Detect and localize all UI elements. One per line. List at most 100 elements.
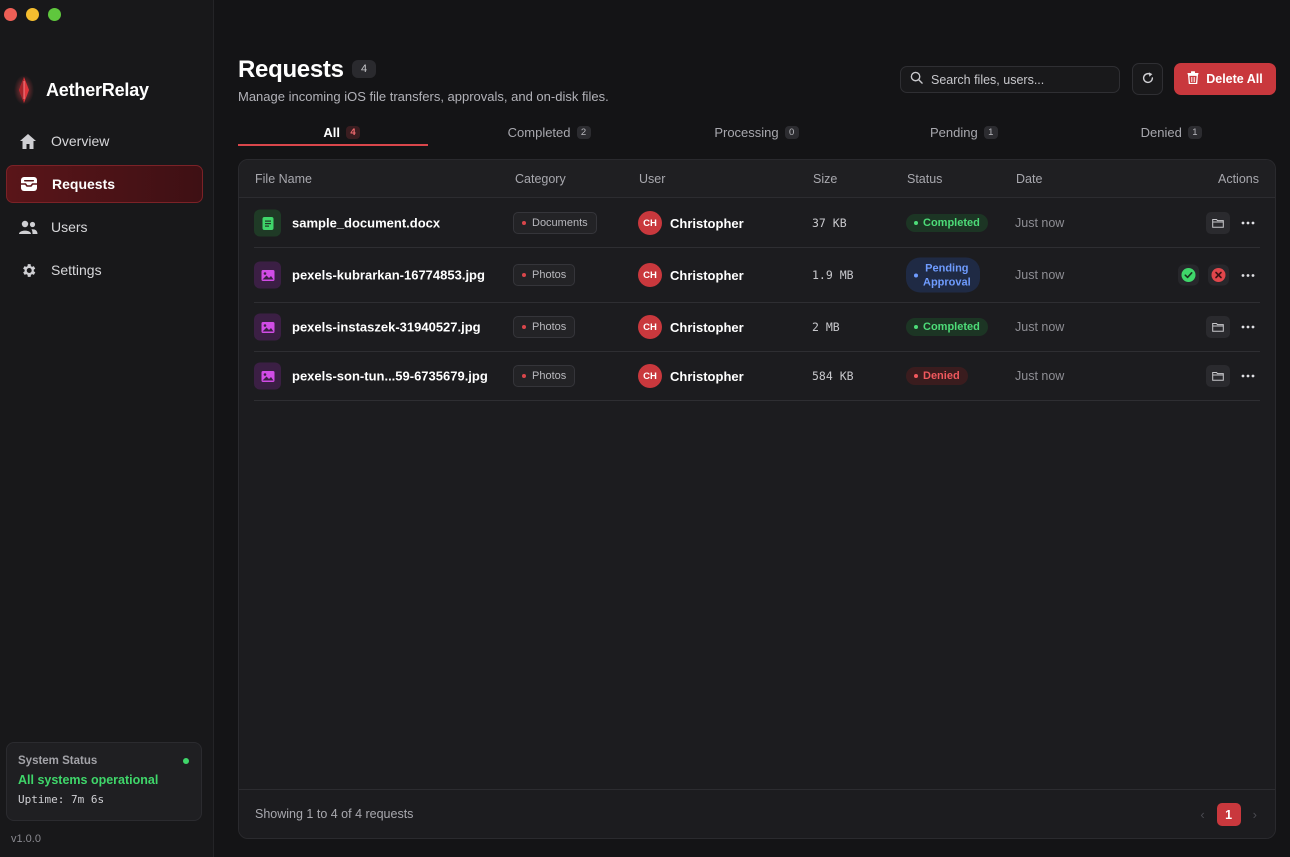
table-row[interactable]: sample_document.docx Documents CH Christ… (254, 199, 1260, 248)
pagination: ‹ 1 › (1200, 803, 1257, 826)
system-status-text: All systems operational (18, 773, 159, 787)
category-cell: Photos (513, 316, 576, 338)
search-input[interactable] (931, 72, 1111, 87)
open-folder-button[interactable] (1206, 365, 1230, 387)
category-label: Photos (532, 321, 567, 333)
file-name[interactable]: pexels-son-tun...59-6735679.jpg (292, 369, 488, 384)
avatar: CH (638, 315, 662, 339)
file-cell: pexels-son-tun...59-6735679.jpg (254, 362, 488, 390)
more-options-button[interactable] (1238, 317, 1258, 337)
category-dot (522, 273, 526, 277)
column-header-status[interactable]: Status (907, 172, 942, 186)
folder-icon (1212, 219, 1224, 228)
file-cell: sample_document.docx (254, 209, 440, 237)
delete-all-button[interactable]: Delete All (1174, 63, 1276, 95)
sidebar-nav: Overview Requests Users Settings (6, 122, 203, 294)
user-cell: CH Christopher (638, 364, 744, 388)
date-cell: Just now (1015, 320, 1065, 334)
open-folder-button[interactable] (1206, 316, 1230, 338)
page-number-button[interactable]: 1 (1216, 803, 1241, 826)
window-controls (4, 8, 61, 21)
column-header-date[interactable]: Date (1016, 172, 1042, 186)
column-header-file-name[interactable]: File Name (255, 172, 312, 186)
search-box (900, 66, 1120, 93)
more-options-button[interactable] (1238, 213, 1258, 233)
sidebar-item-requests[interactable]: Requests (6, 165, 203, 203)
tab-all[interactable]: All 4 (238, 118, 445, 146)
file-name[interactable]: pexels-kubrarkan-16774853.jpg (292, 268, 485, 283)
x-circle-icon (1211, 268, 1226, 282)
status-dot (914, 374, 918, 378)
sidebar-item-users[interactable]: Users (6, 208, 203, 246)
document-file-icon (254, 209, 281, 237)
more-options-button[interactable] (1238, 265, 1258, 285)
zoom-window-button[interactable] (48, 8, 61, 21)
deny-button[interactable] (1208, 264, 1229, 286)
more-options-button[interactable] (1238, 366, 1258, 386)
page-title: Requests (238, 56, 344, 83)
sidebar-item-label: Overview (51, 133, 110, 149)
size-cell: 2 MB (812, 320, 840, 334)
tab-label: Completed (507, 124, 571, 140)
image-file-icon (254, 261, 281, 289)
tab-count-badge: 0 (784, 125, 799, 139)
tab-completed[interactable]: Completed 2 (445, 118, 652, 146)
sidebar-item-label: Users (51, 219, 88, 235)
category-badge: Documents (513, 212, 597, 234)
filter-tabs: All 4 Completed 2 Processing 0 Pending 1… (238, 118, 1275, 148)
size-cell: 37 KB (812, 216, 847, 230)
user-name: Christopher (670, 368, 744, 384)
table-row[interactable]: pexels-kubrarkan-16774853.jpg Photos CH … (254, 248, 1260, 303)
date-cell: Just now (1015, 216, 1065, 230)
tab-count-badge: 1 (1187, 125, 1202, 139)
status-label: Pending Approval (923, 262, 971, 290)
table-row[interactable]: pexels-son-tun...59-6735679.jpg Photos C… (254, 352, 1260, 401)
column-header-size[interactable]: Size (813, 172, 837, 186)
status-badge: Denied (906, 367, 968, 385)
system-status-title: System Status (18, 755, 98, 767)
actions-cell (1206, 365, 1258, 387)
sidebar: AetherRelay Overview Requests Users Sett… (0, 0, 214, 857)
sidebar-item-settings[interactable]: Settings (6, 251, 203, 289)
open-folder-button[interactable] (1206, 212, 1230, 234)
tab-label: Processing (714, 124, 779, 140)
category-badge: Photos (513, 365, 576, 387)
main-content: Requests 4 Manage incoming iOS file tran… (214, 0, 1290, 857)
tab-processing[interactable]: Processing 0 (653, 118, 860, 146)
close-window-button[interactable] (4, 8, 17, 21)
sidebar-item-label: Settings (51, 262, 102, 278)
tab-count-badge: 2 (576, 125, 591, 139)
tab-denied[interactable]: Denied 1 (1068, 118, 1275, 146)
avatar: CH (638, 211, 662, 235)
image-file-icon (254, 362, 281, 390)
category-dot (522, 374, 526, 378)
date-cell: Just now (1015, 268, 1065, 282)
brand: AetherRelay (14, 74, 149, 106)
requests-table: File Name Category User Size Status Date… (238, 159, 1276, 839)
chevron-right-icon[interactable]: › (1253, 807, 1257, 822)
table-footer: Showing 1 to 4 of 4 requests ‹ 1 › (239, 789, 1275, 838)
column-header-category[interactable]: Category (515, 172, 566, 186)
table-header: File Name Category User Size Status Date… (239, 160, 1275, 198)
size-cell: 1.9 MB (812, 268, 854, 282)
ellipsis-icon (1241, 221, 1255, 225)
minimize-window-button[interactable] (26, 8, 39, 21)
ellipsis-icon (1241, 273, 1255, 277)
folder-icon (1212, 372, 1224, 381)
date-cell: Just now (1015, 369, 1065, 383)
category-cell: Photos (513, 264, 576, 286)
category-cell: Photos (513, 365, 576, 387)
table-row[interactable]: pexels-instaszek-31940527.jpg Photos CH … (254, 303, 1260, 352)
column-header-user[interactable]: User (639, 172, 665, 186)
approve-button[interactable] (1178, 264, 1199, 286)
tab-label: Pending (930, 124, 978, 140)
sidebar-item-overview[interactable]: Overview (6, 122, 203, 160)
file-name[interactable]: sample_document.docx (292, 216, 440, 231)
tab-pending[interactable]: Pending 1 (860, 118, 1067, 146)
chevron-left-icon[interactable]: ‹ (1200, 807, 1204, 822)
refresh-button[interactable] (1132, 63, 1163, 95)
user-cell: CH Christopher (638, 211, 744, 235)
user-name: Christopher (670, 267, 744, 283)
size-cell: 584 KB (812, 369, 854, 383)
file-name[interactable]: pexels-instaszek-31940527.jpg (292, 320, 481, 335)
